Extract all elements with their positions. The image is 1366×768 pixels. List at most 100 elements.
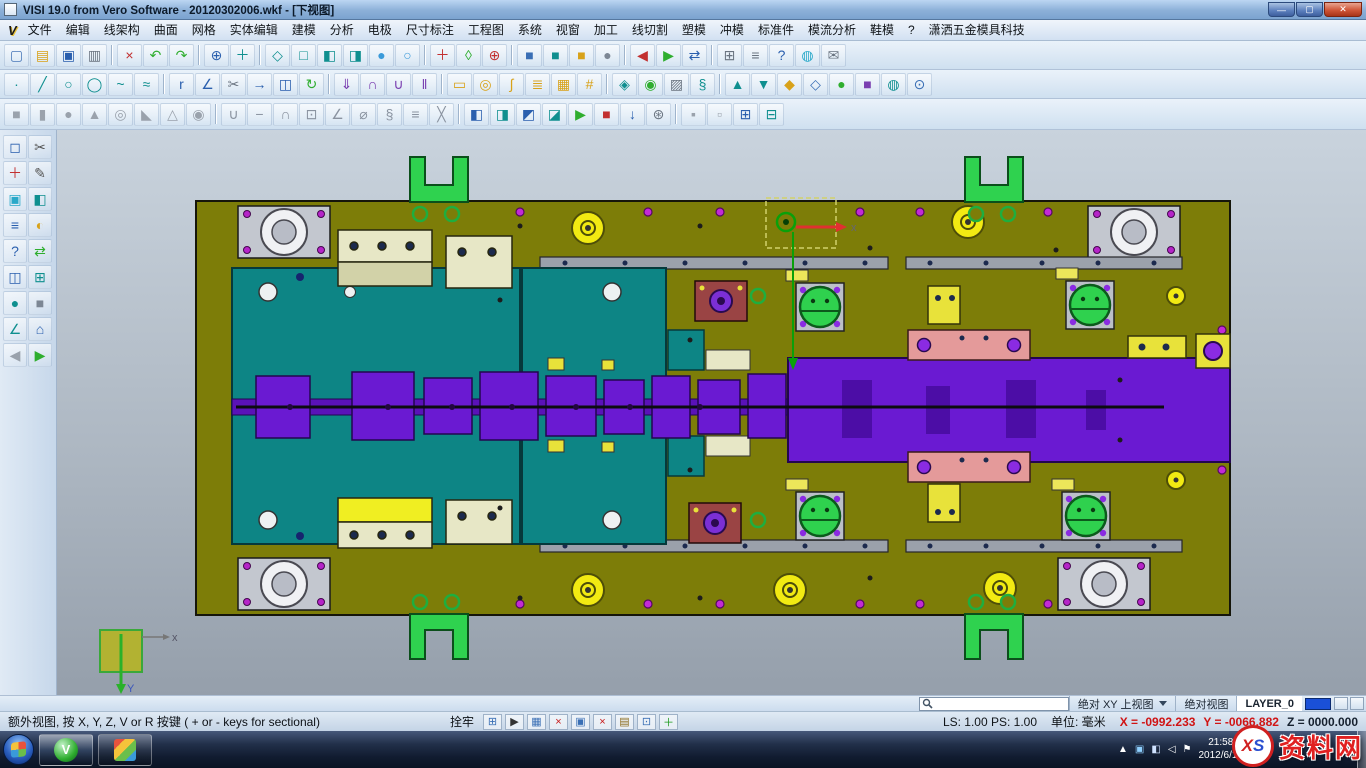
rotate-icon[interactable]: ↻ bbox=[299, 73, 324, 96]
tray-display-icon[interactable]: ▣ bbox=[1135, 744, 1144, 755]
guide-block[interactable] bbox=[1058, 558, 1150, 610]
sphere-gray-icon[interactable]: ● bbox=[595, 44, 620, 67]
zebra-icon[interactable]: ▨ bbox=[664, 73, 689, 96]
settings-icon[interactable]: ⊛ bbox=[646, 103, 671, 126]
quad-tr-icon[interactable]: ◨ bbox=[490, 103, 515, 126]
list-icon[interactable]: ≡ bbox=[743, 44, 768, 67]
layers-icon[interactable]: ≡ bbox=[3, 213, 27, 237]
pilot-punch-block[interactable] bbox=[689, 503, 741, 543]
add-point-icon[interactable]: ＋ bbox=[659, 714, 678, 730]
cone-icon[interactable]: ▲ bbox=[82, 103, 107, 126]
shell-icon[interactable]: ⊡ bbox=[299, 103, 324, 126]
spline-icon[interactable]: ~ bbox=[108, 73, 133, 96]
quad-tl-icon[interactable]: ◧ bbox=[464, 103, 489, 126]
view-right-icon[interactable]: ◨ bbox=[343, 44, 368, 67]
offset-icon[interactable]: ≈ bbox=[134, 73, 159, 96]
menu-item[interactable]: 网格 bbox=[185, 23, 223, 37]
mirror-icon[interactable]: ◫ bbox=[273, 73, 298, 96]
world-icon[interactable]: ◍ bbox=[795, 44, 820, 67]
menu-item[interactable]: 鞋模 bbox=[863, 23, 901, 37]
block-icon[interactable]: ■ bbox=[4, 103, 29, 126]
tool-globe-icon[interactable]: ◍ bbox=[881, 73, 906, 96]
menu-item[interactable]: 电极 bbox=[361, 23, 399, 37]
sync-views-icon[interactable]: ⇄ bbox=[682, 44, 707, 67]
workplane-icon[interactable]: ◊ bbox=[456, 44, 481, 67]
menu-item[interactable]: 潇洒五金模具科技 bbox=[922, 23, 1032, 37]
solid-blue-icon[interactable]: ■ bbox=[517, 44, 542, 67]
palette-icon[interactable]: ◐ bbox=[28, 213, 52, 237]
mail-icon[interactable]: ✉ bbox=[821, 44, 846, 67]
run-icon[interactable]: ▶ bbox=[568, 103, 593, 126]
abs-view-field[interactable]: 绝对视图 bbox=[1175, 696, 1236, 711]
angle-tool-icon[interactable]: ∠ bbox=[3, 317, 27, 341]
menu-item[interactable]: 塑模 bbox=[675, 23, 713, 37]
shaded-icon[interactable]: ● bbox=[369, 44, 394, 67]
start-button[interactable] bbox=[3, 734, 34, 765]
trim-icon[interactable]: ✂ bbox=[221, 73, 246, 96]
origin-icon[interactable]: ⊕ bbox=[482, 44, 507, 67]
maximize-button[interactable]: ▢ bbox=[1296, 2, 1323, 17]
guide-block[interactable] bbox=[238, 558, 330, 610]
zoom-window-icon[interactable]: ◻ bbox=[3, 135, 27, 159]
active-layer-field[interactable]: LAYER_0 bbox=[1236, 696, 1302, 711]
redo-icon[interactable]: ↷ bbox=[169, 44, 194, 67]
menu-item[interactable]: 曲面 bbox=[147, 23, 185, 37]
mini-d-icon[interactable]: ⊟ bbox=[759, 103, 784, 126]
mini-c-icon[interactable]: ⊞ bbox=[733, 103, 758, 126]
tool-up-icon[interactable]: ▲ bbox=[725, 73, 750, 96]
grid-snap-icon[interactable]: ▦ bbox=[527, 714, 546, 730]
ortho-off-icon[interactable]: × bbox=[593, 714, 612, 730]
prev-view-icon[interactable]: ◀ bbox=[630, 44, 655, 67]
union-icon[interactable]: ∪ bbox=[221, 103, 246, 126]
point-icon[interactable]: · bbox=[4, 73, 29, 96]
transform-icon[interactable]: ⇄ bbox=[28, 239, 52, 263]
axes-icon[interactable]: ＋ bbox=[430, 44, 455, 67]
delete-icon[interactable]: × bbox=[117, 44, 142, 67]
back-arrow-icon[interactable]: ◀ bbox=[3, 343, 27, 367]
view-iso-icon[interactable]: ◇ bbox=[265, 44, 290, 67]
mini-b-icon[interactable]: ▫ bbox=[707, 103, 732, 126]
line-icon[interactable]: ╱ bbox=[30, 73, 55, 96]
tool-target-icon[interactable]: ⊙ bbox=[907, 73, 932, 96]
menu-item[interactable]: 加工 bbox=[587, 23, 625, 37]
circle-icon[interactable]: ○ bbox=[56, 73, 81, 96]
export-icon[interactable]: ↓ bbox=[620, 103, 645, 126]
query-icon[interactable]: ? bbox=[3, 239, 27, 263]
menu-item[interactable]: 线切割 bbox=[625, 23, 675, 37]
quad-bl-icon[interactable]: ◩ bbox=[516, 103, 541, 126]
plane-lock-icon[interactable]: ▣ bbox=[571, 714, 590, 730]
menu-item[interactable]: 尺寸标注 bbox=[399, 23, 461, 37]
tool-dot-icon[interactable]: ● bbox=[829, 73, 854, 96]
surf-sew-icon[interactable]: # bbox=[577, 73, 602, 96]
menu-item[interactable]: 文件 bbox=[21, 23, 59, 37]
torus-icon[interactable]: ◎ bbox=[108, 103, 133, 126]
zoom-icon[interactable]: ⊕ bbox=[204, 44, 229, 67]
ellipse-icon[interactable]: ◯ bbox=[82, 73, 107, 96]
extend-icon[interactable]: → bbox=[247, 73, 272, 96]
copy-sheet-icon[interactable]: ▣ bbox=[3, 187, 27, 211]
thread-icon[interactable]: § bbox=[377, 103, 402, 126]
field-mini-button-1[interactable] bbox=[1334, 697, 1348, 710]
save-icon[interactable]: ▣ bbox=[56, 44, 81, 67]
box-tool-icon[interactable]: ■ bbox=[28, 291, 52, 315]
forward-arrow-icon[interactable]: ▶ bbox=[28, 343, 52, 367]
rib-icon[interactable]: ≡ bbox=[403, 103, 428, 126]
menu-item[interactable]: ? bbox=[901, 23, 922, 37]
guide-block[interactable] bbox=[238, 206, 330, 258]
surf-sweep-icon[interactable]: ∫ bbox=[499, 73, 524, 96]
cursor-icon[interactable]: ▶ bbox=[505, 714, 524, 730]
tool-square-icon[interactable]: ■ bbox=[855, 73, 880, 96]
cylinder-icon[interactable]: ▮ bbox=[30, 103, 55, 126]
menu-item[interactable]: 建模 bbox=[285, 23, 323, 37]
surf-plane-icon[interactable]: ▭ bbox=[447, 73, 472, 96]
uv-analysis-icon[interactable]: ◈ bbox=[612, 73, 637, 96]
box-select-icon[interactable]: ⊡ bbox=[637, 714, 656, 730]
bool-intersect-icon[interactable]: ∩ bbox=[273, 103, 298, 126]
clamp-toggle-icon[interactable]: ⊞ bbox=[483, 714, 502, 730]
taskbar-app-visi[interactable]: V bbox=[39, 734, 93, 766]
trim-scissors-icon[interactable]: ✂ bbox=[28, 135, 52, 159]
tray-volume-icon[interactable]: ◁ bbox=[1168, 744, 1176, 755]
tool-outline-icon[interactable]: ◇ bbox=[803, 73, 828, 96]
check-icon[interactable]: ◉ bbox=[638, 73, 663, 96]
snap-off-icon[interactable]: × bbox=[549, 714, 568, 730]
